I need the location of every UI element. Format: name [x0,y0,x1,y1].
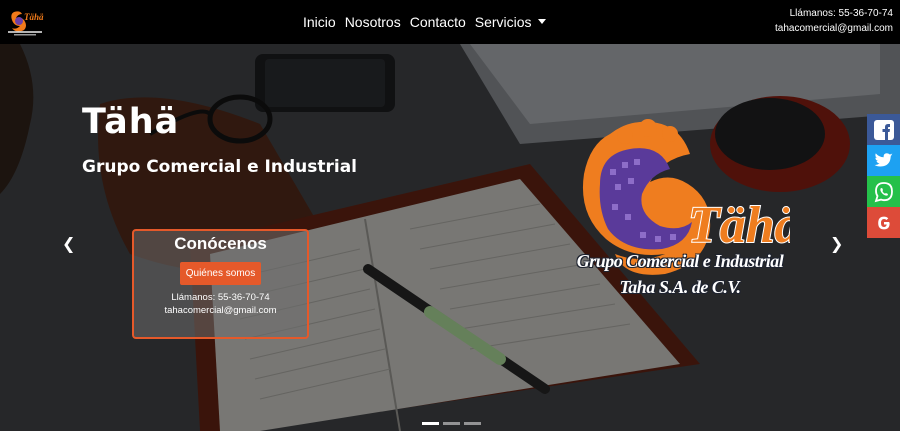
navbar: Tähä Inicio Nosotros Contacto Servicios … [0,0,900,44]
chevron-right-icon[interactable]: ❯ [830,234,843,253]
brand-line-1: Grupo Comercial e Industrial [576,251,784,271]
social-share-bar [867,114,900,238]
nav-dropdown-servicios[interactable]: Servicios [475,14,546,30]
hero-title: Tähä [82,102,180,142]
carousel-indicator-2[interactable] [443,422,460,425]
nav-contact-info: Llámanos: 55-36-70-74 tahacomercial@gmai… [775,6,893,36]
whatsapp-share-button[interactable] [867,176,900,207]
google-icon [877,216,890,229]
google-share-button[interactable] [867,207,900,238]
brand-line-2: Taha S.A. de C.V. [619,277,741,297]
caret-down-icon [537,19,546,24]
hero-carousel: Tähä Grupo Comercial e Industrial Conóce… [0,44,900,431]
quienes-somos-button[interactable]: Quiénes somos [179,262,262,285]
whatsapp-icon [874,181,893,202]
info-card: Conócenos Quiénes somos Llámanos: 55-36-… [132,229,309,339]
carousel-indicators [422,422,485,425]
brand-wordmark: Tähä [688,197,790,254]
nav-link-contacto[interactable]: Contacto [410,14,466,30]
nav-link-nosotros[interactable]: Nosotros [345,14,401,30]
card-email[interactable]: tahacomercial@gmail.com [134,304,307,317]
twitter-icon [874,152,893,166]
facebook-icon [873,119,894,140]
chevron-left-icon[interactable]: ❮ [62,234,75,253]
nav-link-inicio[interactable]: Inicio [303,14,336,30]
main-nav: Inicio Nosotros Contacto Servicios [303,0,555,44]
nav-dropdown-label: Servicios [474,14,532,30]
carousel-indicator-1[interactable] [422,422,439,425]
card-phone: Llámanos: 55-36-70-74 [171,292,270,303]
hero-subtitle: Grupo Comercial e Industrial [82,157,358,177]
taha-logo[interactable]: Tähä [6,6,44,38]
facebook-share-button[interactable] [867,114,900,145]
nav-phone: Llámanos: 55-36-70-74 [789,8,893,19]
svg-text:Tähä: Tähä [24,12,44,22]
carousel-indicator-3[interactable] [464,422,481,425]
nav-email[interactable]: tahacomercial@gmail.com [775,21,893,36]
card-title: Conócenos [174,234,267,253]
twitter-share-button[interactable] [867,145,900,176]
